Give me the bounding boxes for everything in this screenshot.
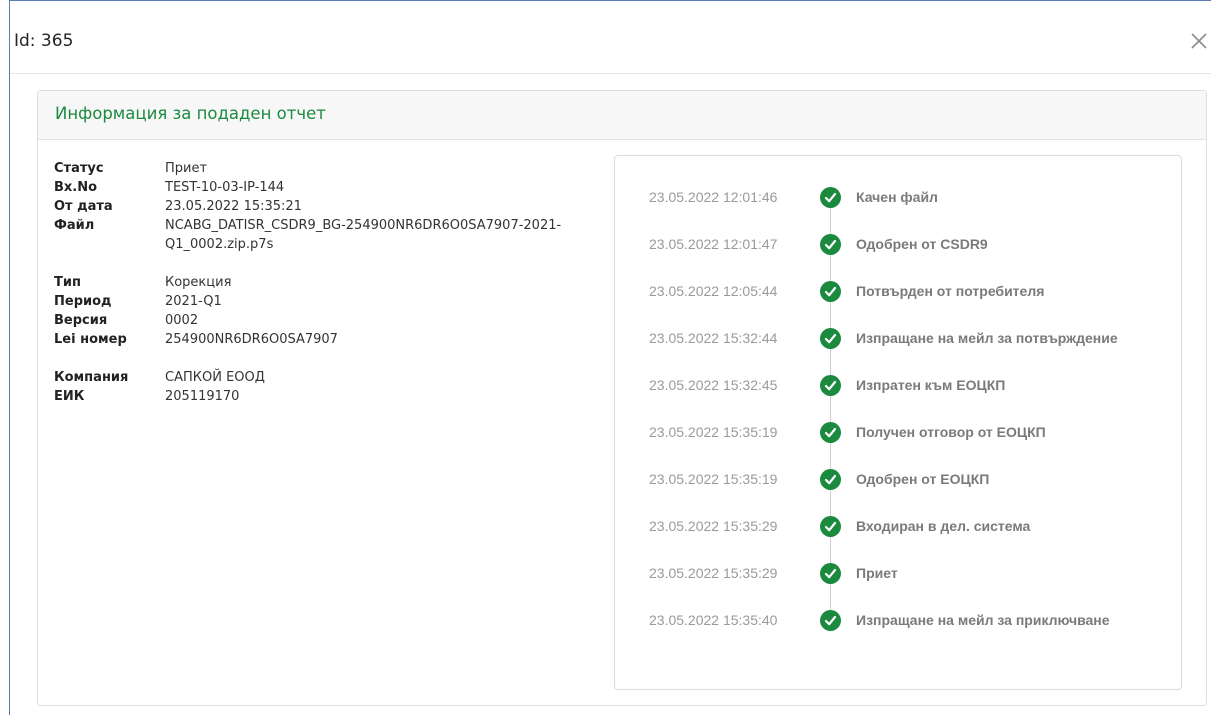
- detail-value: TEST-10-03-IP-144: [165, 180, 285, 195]
- check-circle-icon: [820, 328, 841, 349]
- timeline-item: 23.05.2022 15:32:44 Изпращане на мейл за …: [615, 327, 1175, 351]
- timeline-label: Входиран в дел. система: [856, 518, 1031, 534]
- timeline-date: 23.05.2022 12:01:47: [649, 236, 778, 252]
- timeline-label: Одобрен от CSDR9: [856, 236, 988, 252]
- detail-row-type: Тип Корекция: [54, 273, 614, 292]
- detail-value: САПКОЙ ЕООД: [165, 370, 265, 385]
- timeline-item: 23.05.2022 15:35:19 Получен отговор от ЕО…: [615, 421, 1175, 445]
- detail-label: Компания: [54, 370, 129, 385]
- close-button[interactable]: [1187, 29, 1211, 53]
- timeline-date: 23.05.2022 15:35:29: [649, 518, 778, 534]
- detail-row-date: От дата 23.05.2022 15:35:21: [54, 197, 614, 216]
- report-info-card: Информация за подаден отчет Статус Приет…: [37, 90, 1207, 706]
- detail-row-in-no: Вх.No TEST-10-03-IP-144: [54, 178, 614, 197]
- timeline-item: 23.05.2022 12:01:46 Качен файл: [615, 186, 1175, 210]
- detail-value: 23.05.2022 15:35:21: [165, 199, 302, 214]
- detail-label: Тип: [54, 275, 81, 290]
- detail-row-eik: ЕИК 205119170: [54, 387, 614, 406]
- status-timeline: 23.05.2022 12:01:46 Качен файл 23.05.2022 …: [614, 155, 1182, 690]
- check-circle-icon: [820, 281, 841, 302]
- report-modal: Id: 365 Информация за подаден отчет Стат…: [9, 0, 1211, 715]
- detail-label: От дата: [54, 199, 113, 214]
- detail-row-company: Компания САПКОЙ ЕООД: [54, 368, 614, 387]
- timeline-label: Изпращане на мейл за приключване: [856, 612, 1110, 628]
- detail-label: ЕИК: [54, 389, 85, 404]
- detail-row-status: Статус Приет: [54, 159, 614, 178]
- report-details: Статус Приет Вх.No TEST-10-03-IP-144 От …: [54, 159, 614, 406]
- detail-row-version: Версия 0002: [54, 311, 614, 330]
- timeline-item: 23.05.2022 15:35:19 Одобрен от ЕОЦКП: [615, 468, 1175, 492]
- check-circle-icon: [820, 187, 841, 208]
- check-circle-icon: [820, 563, 841, 584]
- detail-value: NCABG_DATISR_CSDR9_BG-254900NR6DR6O0SA79…: [165, 218, 562, 252]
- timeline-label: Качен файл: [856, 189, 938, 205]
- timeline-date: 23.05.2022 12:01:46: [649, 189, 778, 205]
- check-circle-icon: [820, 610, 841, 631]
- detail-row-period: Период 2021-Q1: [54, 292, 614, 311]
- timeline-date: 23.05.2022 12:05:44: [649, 283, 778, 299]
- detail-label: Файл: [54, 218, 95, 233]
- check-circle-icon: [820, 422, 841, 443]
- check-circle-icon: [820, 469, 841, 490]
- timeline-date: 23.05.2022 15:32:44: [649, 330, 778, 346]
- card-title: Информация за подаден отчет: [55, 104, 326, 123]
- timeline-date: 23.05.2022 15:35:19: [649, 471, 778, 487]
- timeline-item: 23.05.2022 15:35:40 Изпращане на мейл за …: [615, 609, 1175, 633]
- detail-row-lei: Lei номер 254900NR6DR6O0SA7907: [54, 330, 614, 349]
- timeline-label: Потвърден от потребителя: [856, 283, 1045, 299]
- detail-label: Период: [54, 294, 112, 309]
- detail-label: Версия: [54, 313, 108, 328]
- timeline-date: 23.05.2022 15:32:45: [649, 377, 778, 393]
- detail-row-file: Файл NCABG_DATISR_CSDR9_BG-254900NR6DR6O…: [54, 216, 614, 254]
- timeline-label: Приет: [856, 565, 898, 581]
- timeline-item: 23.05.2022 15:35:29 Приет: [615, 562, 1175, 586]
- modal-header: Id: 365: [10, 1, 1211, 74]
- timeline-label: Изпратен към ЕОЦКП: [856, 377, 1006, 393]
- check-circle-icon: [820, 375, 841, 396]
- detail-value: 205119170: [165, 389, 240, 404]
- card-header: Информация за подаден отчет: [38, 91, 1206, 140]
- check-circle-icon: [820, 234, 841, 255]
- detail-value: 0002: [165, 313, 199, 328]
- timeline-label: Получен отговор от ЕОЦКП: [856, 424, 1046, 440]
- detail-label: Lei номер: [54, 332, 127, 347]
- timeline-item: 23.05.2022 12:01:47 Одобрен от CSDR9: [615, 233, 1175, 257]
- modal-title: Id: 365: [14, 31, 74, 51]
- timeline-item: 23.05.2022 15:32:45 Изпратен към ЕОЦКП: [615, 374, 1175, 398]
- timeline-item: 23.05.2022 12:05:44 Потвърден от потребит…: [615, 280, 1175, 304]
- detail-value: 2021-Q1: [165, 294, 222, 309]
- detail-value: 254900NR6DR6O0SA7907: [165, 332, 338, 347]
- detail-label: Вх.No: [54, 180, 98, 195]
- detail-value: Приет: [165, 161, 208, 176]
- timeline-item: 23.05.2022 15:35:29 Входиран в дел. систе…: [615, 515, 1175, 539]
- timeline-date: 23.05.2022 15:35:19: [649, 424, 778, 440]
- timeline-label: Одобрен от ЕОЦКП: [856, 471, 990, 487]
- check-circle-icon: [820, 516, 841, 537]
- detail-value: Корекция: [165, 275, 232, 290]
- timeline-date: 23.05.2022 15:35:40: [649, 612, 778, 628]
- timeline-label: Изпращане на мейл за потвърждение: [856, 330, 1118, 346]
- timeline-date: 23.05.2022 15:35:29: [649, 565, 778, 581]
- close-icon: [1191, 33, 1207, 49]
- detail-label: Статус: [54, 161, 104, 176]
